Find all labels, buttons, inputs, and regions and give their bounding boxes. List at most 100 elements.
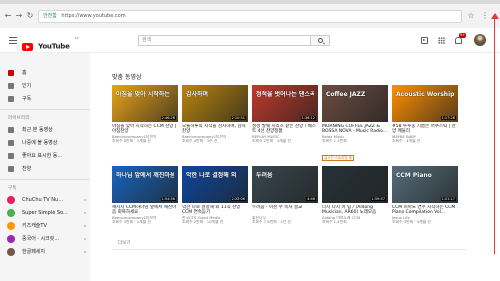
section-title: 맞춤 동영상: [112, 74, 142, 81]
hamburger-menu-icon[interactable]: [9, 37, 17, 44]
video-duration: 1:36:12: [300, 116, 316, 120]
video-card[interactable]: CCM Piano 1:01:17 CCM 피아노 연주 시작하는 CCM Pian…: [392, 166, 458, 225]
sidebar-item-label: 구독: [22, 96, 32, 102]
sidebar-subscription-item[interactable]: 키즈캐슬TV: [0, 220, 90, 232]
youtube-header: YouTube KR 검색 9+: [0, 28, 500, 53]
video-duration: 1:54:56: [160, 197, 176, 201]
video-card[interactable]: 정적을 벗어나는 댄스곡 1:36:12 성경 발췌 시리즈 같은 찬양 / 베스트…: [252, 85, 318, 144]
video-card[interactable]: 1:59:57 다시 다시 이 팀 / (Aldong Musician, AR6…: [322, 166, 388, 225]
video-duration: 2:10:51: [230, 116, 246, 120]
video-title[interactable]: 성경 발췌 시리즈 같은 찬양 / 베스트 4선 찬양정품: [252, 124, 318, 135]
video-card[interactable]: 감사하며 2:10:51 오늘하루의 시작을 감사하며, 감사찬양 Baeconcom…: [182, 85, 248, 144]
channel-avatar: [7, 235, 15, 243]
video-duration: 1:01:17: [440, 197, 456, 201]
sidebar-item-trending[interactable]: 인기: [0, 80, 90, 92]
video-meta: 조회수 4만회 · 3주 전: [182, 139, 218, 143]
subscriptions-heading: 구독: [8, 186, 17, 191]
video-title[interactable]: MORNING COFFEE JAZZ & BOSSA NOVA - Music…: [322, 124, 388, 135]
video-meta: 조회수 7.8천회 · 1년 전: [252, 220, 291, 224]
video-card[interactable]: 두려움 4:46 두려움 - 이천 수 목사 설교 좋은나무 조회수 7.8천회 · 1…: [252, 166, 318, 225]
sidebar-subscription-item[interactable]: 중국어 · 시크릿...: [0, 233, 90, 245]
play-logo-icon: [22, 42, 33, 51]
thumbnail-caption: CCM Piano: [396, 172, 432, 179]
thumbnail-caption: 하나님 앞에서 깨진마음: [116, 172, 174, 179]
account-avatar[interactable]: [474, 34, 486, 46]
search-icon: [318, 38, 323, 43]
sidebar-item-subscriptions[interactable]: 구독: [0, 93, 90, 105]
playlist-icon: [8, 166, 14, 172]
notification-badge: 9+: [459, 33, 466, 38]
video-card[interactable]: 악한 나로 결정해 외 2:22:06 악한 나로 결정해 외 11곡 찬양 CCM…: [182, 166, 248, 225]
sidebar-item-label: 인기: [22, 83, 32, 89]
sidebar-item-label: 좋아요 표시한 동...: [22, 153, 63, 159]
history-clock-icon: [8, 127, 14, 133]
thumbnail-caption: Acoustic Worship: [396, 91, 454, 98]
video-card[interactable]: Coffee JAZZ MORNING COFFEE JAZZ & BOSSA N…: [322, 85, 388, 163]
upload-video-icon[interactable]: [421, 37, 428, 44]
search-button[interactable]: [310, 35, 330, 46]
annotation-arrow-line: [494, 18, 496, 254]
video-thumbnail[interactable]: Acoustic Worship 1:17:26: [392, 85, 458, 122]
video-meta: 조회수 3만회 · 1개월 전: [112, 220, 151, 224]
video-title[interactable]: 두려움 - 이천 수 목사 설교: [252, 205, 318, 216]
video-thumbnail[interactable]: 악한 나로 결정해 외 2:22:06: [182, 166, 248, 203]
video-thumbnail[interactable]: 두려움 4:46: [252, 166, 318, 203]
video-thumbnail[interactable]: CCM Piano 1:01:17: [392, 166, 458, 203]
video-title[interactable]: #58 투투둥 기쁨은 어쿠스틱 | 찬양 메들리: [392, 124, 458, 135]
search-input[interactable]: 검색: [138, 35, 310, 46]
video-thumbnail[interactable]: 정적을 벗어나는 댄스곡 1:36:12: [252, 85, 318, 122]
sidebar-item-label: 나중에 볼 동영상: [22, 140, 58, 146]
page: ← → ↻ 안전함 https://www.youtube.com ☆ ⋮ 앱구…: [0, 0, 500, 281]
sidebar-item-home[interactable]: 홈: [0, 67, 90, 79]
thumbnail-caption: Coffee JAZZ: [326, 91, 366, 98]
sidebar-item-liked[interactable]: 좋아요 표시한 동...: [0, 150, 90, 162]
youtube-logo[interactable]: YouTube KR: [22, 36, 79, 51]
thumbnail-caption: 아침을 맞아 시작하는: [116, 91, 170, 98]
sidebar-subscription-item[interactable]: ChuChu TV Nu...: [0, 194, 90, 206]
video-meta: 조회수 · 4개월 전: [392, 139, 421, 143]
channel-name: 중국어 · 시크릿...: [22, 236, 60, 242]
video-meta: 조회수 2만회 · 10개월 전: [182, 220, 224, 224]
video-title[interactable]: 다시 다시 이 팀 / (Aldong Musician, AR60) 노래모음: [322, 205, 388, 216]
new-content-dot: [84, 251, 86, 253]
video-meta: 조회수 5만회 · 1개월 전: [112, 139, 151, 143]
video-card[interactable]: 하나님 앞에서 깨진마음 1:54:56 깨지시 CCM하나님 앞에서 깨진마음 회…: [112, 166, 178, 225]
video-title[interactable]: 오늘하루의 시작을 감사하며, 감사찬양: [182, 124, 248, 135]
new-content-dot: [84, 212, 86, 214]
video-duration: 1:17:26: [440, 116, 456, 120]
video-meta: 조회수 3만회 · 4개월 전: [392, 220, 431, 224]
show-more-link[interactable]: 더보기: [118, 240, 130, 246]
video-title[interactable]: 아침을 맞아 시작하는 CCM 찬양 | 아침찬양: [112, 124, 178, 135]
new-content-dot: [84, 199, 86, 201]
video-title[interactable]: 악한 나로 결정해 외 11곡 찬양 CCM 연속듣기: [182, 205, 248, 216]
thumbs-up-icon: [8, 153, 14, 159]
sidebar-item-label: 찬양: [22, 166, 32, 172]
logo-text: YouTube: [38, 42, 70, 51]
notifications-bell-icon[interactable]: [455, 37, 462, 44]
sidebar-item-playlist[interactable]: 찬양: [0, 163, 90, 175]
sidebar-item-watch-later[interactable]: 나중에 볼 동영상: [0, 137, 90, 149]
channel-name: 키즈캐슬TV: [22, 223, 47, 229]
sidebar-subscription-item[interactable]: 한글페세지: [0, 246, 90, 258]
channel-avatar: [7, 209, 15, 217]
apps-grid-icon[interactable]: [438, 37, 445, 44]
thumbnail-caption: 두려움: [256, 172, 273, 179]
library-heading: 라이브러리: [8, 116, 30, 121]
video-thumbnail[interactable]: 하나님 앞에서 깨진마음 1:54:56: [112, 166, 178, 203]
video-title[interactable]: 깨지시 CCM하나님 앞에서 깨진마음 회복하세요: [112, 205, 178, 216]
video-thumbnail[interactable]: 아침을 맞아 시작하는 2:46:26: [112, 85, 178, 122]
video-title[interactable]: CCM 피아노 연주 시작하는 CCM Piano Compilation Vo…: [392, 205, 458, 216]
sidebar-item-label: 홈: [22, 70, 27, 76]
video-thumbnail[interactable]: Coffee JAZZ: [322, 85, 388, 122]
sidebar-item-history[interactable]: 최근 본 동영상: [0, 124, 90, 136]
bookmarks-bar: 앱구글 애플리케이션영어9Gag블로그관리NAVER팀블로img-free로드밴…: [0, 19, 500, 28]
video-thumbnail[interactable]: 감사하며 2:10:51: [182, 85, 248, 122]
video-card[interactable]: Acoustic Worship 1:17:26 #58 투투둥 기쁨은 어쿠스틱 …: [392, 85, 458, 144]
video-meta: 조회수 1.3천회: [322, 139, 347, 143]
video-card[interactable]: 아침을 맞아 시작하는 2:46:26 아침을 맞아 시작하는 CCM 찬양 | 아…: [112, 85, 178, 144]
video-thumbnail[interactable]: 1:59:57: [322, 166, 388, 203]
watch-later-icon: [8, 140, 14, 146]
sidebar-item-label: 최근 본 동영상: [22, 127, 53, 133]
sidebar-subscription-item[interactable]: Super Simple So...: [0, 207, 90, 219]
channel-name: ChuChu TV Nu...: [22, 197, 63, 203]
